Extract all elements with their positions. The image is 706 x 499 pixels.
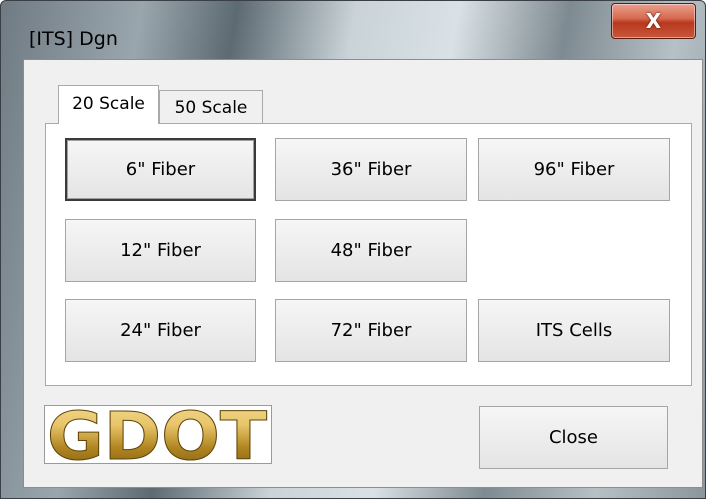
- tab-20-scale-label: 20 Scale: [72, 94, 145, 114]
- fiber-6-button[interactable]: 6" Fiber: [65, 138, 256, 201]
- close-icon: X: [645, 9, 662, 33]
- tab-50-scale[interactable]: 50 Scale: [159, 90, 263, 124]
- fiber-96-button[interactable]: 96" Fiber: [478, 138, 670, 201]
- dialog-window: [ITS] Dgn X 20 Scale 50 Scale 6" Fiber 3…: [0, 0, 706, 499]
- window-title: [ITS] Dgn: [29, 28, 118, 50]
- fiber-48-button[interactable]: 48" Fiber: [275, 219, 467, 282]
- close-window-button[interactable]: X: [611, 3, 696, 39]
- tab-panel-20-scale: 6" Fiber 36" Fiber 96" Fiber 12" Fiber 4…: [45, 123, 692, 386]
- gdot-logo: GDOT: [44, 405, 272, 464]
- dialog-client-area: 20 Scale 50 Scale 6" Fiber 36" Fiber 96"…: [23, 59, 703, 488]
- fiber-72-button[interactable]: 72" Fiber: [275, 299, 467, 362]
- fiber-12-button[interactable]: 12" Fiber: [65, 219, 256, 282]
- fiber-36-button[interactable]: 36" Fiber: [275, 138, 467, 201]
- tab-20-scale[interactable]: 20 Scale: [58, 85, 159, 124]
- gdot-logo-graphic: GDOT: [47, 406, 268, 463]
- gdot-logo-text: GDOT: [47, 406, 267, 463]
- its-cells-button[interactable]: ITS Cells: [478, 299, 670, 362]
- close-button[interactable]: Close: [479, 406, 668, 469]
- fiber-24-button[interactable]: 24" Fiber: [65, 299, 256, 362]
- tab-50-scale-label: 50 Scale: [174, 98, 248, 118]
- title-bar[interactable]: [ITS] Dgn X: [1, 1, 705, 59]
